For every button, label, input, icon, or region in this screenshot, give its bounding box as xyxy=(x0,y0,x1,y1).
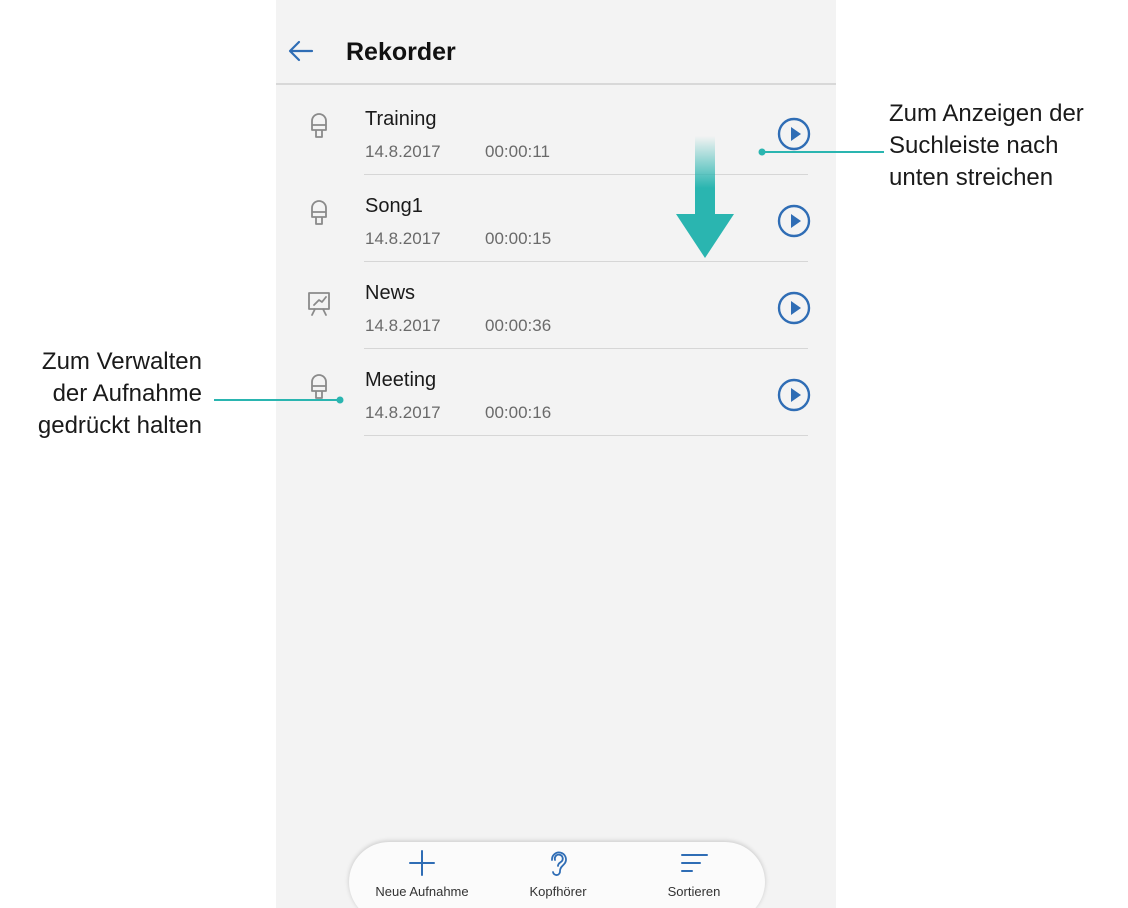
bottom-toolbar: Neue Aufnahme Kopfhörer Sortieren xyxy=(349,842,765,908)
annotation-line: Suchleiste nach xyxy=(889,132,1059,159)
headphones-button[interactable]: Kopfhörer xyxy=(498,848,618,899)
swipe-annotation: Zum Anzeigen der Suchleiste nach unten s… xyxy=(889,98,1084,194)
row-divider xyxy=(364,435,808,436)
presentation-icon xyxy=(308,292,330,316)
ear-icon xyxy=(551,851,567,876)
recording-item[interactable]: Training 14.8.2017 00:00:11 xyxy=(276,88,836,175)
recording-name: News xyxy=(365,282,416,304)
sort-button[interactable]: Sortieren xyxy=(634,848,754,899)
swipe-down-arrow-icon xyxy=(676,136,734,258)
arrow-left-icon[interactable] xyxy=(286,36,316,66)
app-bar-divider xyxy=(276,83,836,85)
annotation-line: unten streichen xyxy=(889,164,1054,191)
recording-name: Training xyxy=(365,108,437,130)
recording-item[interactable]: News 14.8.2017 00:00:36 xyxy=(276,262,836,349)
recording-date: 14.8.2017 xyxy=(365,316,441,335)
new-recording-label: Neue Aufnahme xyxy=(375,884,469,899)
recorder-screen: Rekorder Training 14.8.2017 00:00:11 Son… xyxy=(276,0,836,908)
annotation-line: Zum Verwalten xyxy=(41,348,202,375)
swipe-callout-line xyxy=(758,148,884,156)
recording-date: 14.8.2017 xyxy=(365,403,441,422)
page-title: Rekorder xyxy=(346,38,456,66)
recording-duration: 00:00:16 xyxy=(485,403,552,422)
play-icon[interactable] xyxy=(776,290,812,326)
long-press-annotation: Zum Verwalten der Aufnahme gedrückt halt… xyxy=(38,346,202,442)
long-press-callout-line xyxy=(214,396,344,404)
plus-icon xyxy=(409,850,435,876)
recording-duration: 00:00:15 xyxy=(485,229,552,248)
recording-duration: 00:00:11 xyxy=(485,142,550,161)
recording-name: Meeting xyxy=(365,369,437,391)
recording-duration: 00:00:36 xyxy=(485,316,552,335)
annotation-line: gedrückt halten xyxy=(37,412,202,439)
play-icon[interactable] xyxy=(776,203,812,239)
recording-date: 14.8.2017 xyxy=(365,142,441,161)
app-bar: Rekorder xyxy=(276,0,836,84)
recording-item[interactable]: Song1 14.8.2017 00:00:15 xyxy=(276,175,836,262)
microphone-icon xyxy=(311,200,327,225)
sort-icon xyxy=(681,854,708,872)
annotation-line: der Aufnahme xyxy=(52,380,202,407)
recording-date: 14.8.2017 xyxy=(365,229,441,248)
microphone-icon xyxy=(311,113,327,138)
new-recording-button[interactable]: Neue Aufnahme xyxy=(362,848,482,899)
sort-label: Sortieren xyxy=(667,884,721,899)
recordings-list: Training 14.8.2017 00:00:11 Song1 14.8.2… xyxy=(276,88,836,436)
headphones-label: Kopfhörer xyxy=(529,884,587,899)
recording-name: Song1 xyxy=(365,195,423,217)
play-icon[interactable] xyxy=(776,377,812,413)
recording-item[interactable]: Meeting 14.8.2017 00:00:16 xyxy=(276,349,836,436)
annotation-line: Zum Anzeigen der xyxy=(889,100,1084,127)
